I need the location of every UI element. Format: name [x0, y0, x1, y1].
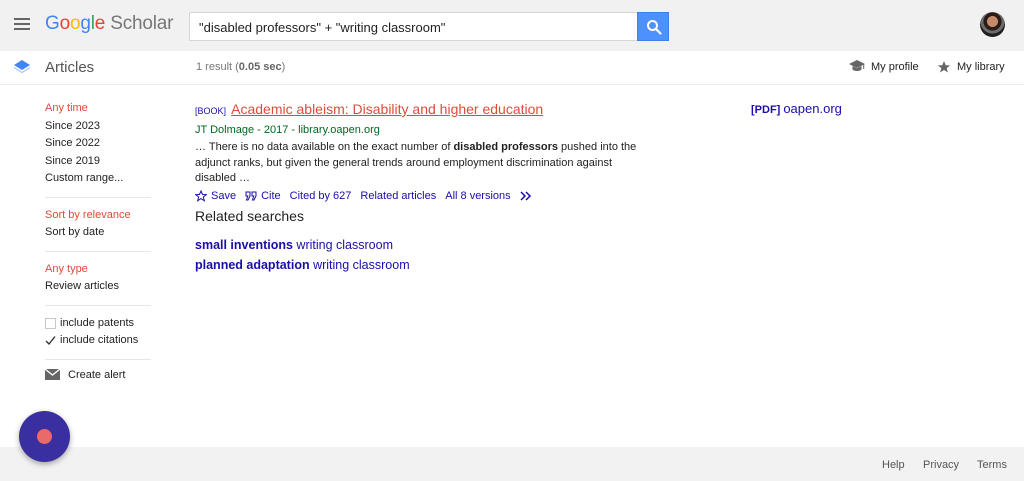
related-searches: Related searches small inventions writin…: [195, 208, 595, 275]
floating-record-button[interactable]: [19, 411, 70, 462]
account-avatar[interactable]: [980, 12, 1005, 37]
cited-by-link[interactable]: Cited by 627: [290, 188, 352, 205]
snippet-line-2: adjunct ranks, but given the general tre…: [195, 156, 613, 185]
privacy-link[interactable]: Privacy: [923, 459, 959, 471]
help-link[interactable]: Help: [882, 459, 905, 471]
save-label: Save: [211, 189, 237, 202]
snippet-text: pushed into the: [558, 141, 637, 153]
my-profile-label: My profile: [871, 60, 919, 73]
related-articles-link[interactable]: Related articles: [360, 188, 436, 205]
search-button[interactable]: [637, 12, 669, 41]
snippet-line-1: … There is no data available on the exac…: [195, 140, 655, 156]
cite-button[interactable]: Cite: [245, 188, 281, 205]
related-search-keyword: small inventions: [195, 238, 293, 252]
snippet-highlight: disabled professors: [453, 141, 558, 153]
logo-letter: g: [80, 13, 91, 34]
logo-letter: o: [69, 13, 81, 34]
create-alert-button[interactable]: Create alert: [45, 369, 151, 381]
checkbox-unchecked-icon: [45, 317, 56, 329]
include-patents-label: include patents: [60, 316, 134, 329]
logo-scholar-text: Scholar: [110, 13, 174, 34]
pdf-link[interactable]: [PDF] oapen.org: [751, 101, 842, 116]
result-meta: JT Dolmage - 2017 - library.oapen.org: [195, 124, 380, 136]
google-scholar-logo[interactable]: Google Scholar: [45, 13, 173, 35]
result-count: 1 result (0.05 sec): [196, 61, 285, 73]
result-snippet: … There is no data available on the exac…: [195, 140, 655, 187]
graduation-cap-icon: [849, 60, 865, 71]
related-searches-heading: Related searches: [195, 208, 304, 224]
cite-label: Cite: [261, 189, 281, 202]
quote-icon: [245, 191, 257, 201]
type-filter-group: Any type Review articles: [45, 261, 151, 306]
filter-custom-range[interactable]: Custom range...: [45, 170, 151, 188]
sub-bar: Articles 1 result (0.05 sec) My profile …: [0, 51, 1024, 85]
my-library-link[interactable]: My library: [937, 60, 1005, 74]
search-result: [BOOK] Academic ableism: Disability and …: [195, 100, 655, 205]
logo-letter: o: [59, 13, 71, 34]
sort-group: Sort by relevance Sort by date: [45, 207, 151, 252]
top-bar: Google Scholar "disabled professors" + "…: [0, 0, 1024, 51]
filter-since-2023[interactable]: Since 2023: [45, 118, 151, 136]
include-citations-label: include citations: [60, 334, 139, 346]
result-type-tag: [BOOK]: [195, 106, 227, 116]
related-search-rest: writing classroom: [309, 258, 410, 272]
hamburger-menu-icon[interactable]: [12, 14, 32, 34]
search-input[interactable]: "disabled professors" + "writing classro…: [189, 12, 637, 41]
filter-review-articles[interactable]: Review articles: [45, 278, 151, 296]
articles-diamond-icon: [14, 60, 30, 73]
save-button[interactable]: Save: [195, 188, 236, 205]
logo-letter: G: [45, 13, 60, 34]
sort-by-relevance[interactable]: Sort by relevance: [45, 207, 151, 225]
section-title: Articles: [45, 59, 95, 76]
logo-letter: e: [94, 13, 106, 34]
related-search-item[interactable]: planned adaptation writing classroom: [195, 255, 595, 275]
result-time: 0.05 sec: [238, 61, 282, 73]
filter-any-type[interactable]: Any type: [45, 261, 151, 279]
double-chevron-right-icon: [520, 191, 531, 201]
result-title-link[interactable]: Academic ableism: Disability and higher …: [231, 101, 543, 117]
pdf-tag: [PDF]: [751, 104, 781, 116]
time-filter-group: Any time Since 2023 Since 2022 Since 201…: [45, 100, 151, 198]
footer: Help Privacy Terms: [0, 447, 1024, 481]
magnifier-icon: [647, 20, 662, 35]
record-dot-icon: [37, 429, 52, 444]
create-alert-label: Create alert: [68, 368, 126, 381]
filter-any-time[interactable]: Any time: [45, 100, 151, 118]
my-library-label: My library: [957, 61, 1005, 73]
related-search-item[interactable]: small inventions writing classroom: [195, 235, 595, 255]
include-patents-checkbox[interactable]: include patents: [45, 315, 151, 333]
filter-sidebar: Any time Since 2023 Since 2022 Since 201…: [45, 100, 151, 381]
star-outline-icon: [195, 190, 207, 202]
related-search-rest: writing classroom: [292, 238, 393, 252]
include-options-group: include patents include citations: [45, 315, 151, 360]
terms-link[interactable]: Terms: [977, 459, 1007, 471]
more-options-button[interactable]: [520, 191, 533, 201]
result-count-suffix: ): [281, 61, 286, 73]
filter-since-2019[interactable]: Since 2019: [45, 153, 151, 171]
star-icon: [937, 61, 951, 73]
all-versions-link[interactable]: All 8 versions: [445, 188, 510, 205]
filter-since-2022[interactable]: Since 2022: [45, 135, 151, 153]
pdf-source: oapen.org: [783, 101, 842, 116]
related-search-keyword: planned adaptation: [195, 258, 310, 272]
envelope-icon: [45, 369, 60, 380]
checkmark-icon: [45, 336, 56, 346]
result-actions: Save Cite Cited by 627 Related articles …: [195, 188, 655, 205]
include-citations-checkbox[interactable]: include citations: [45, 332, 151, 350]
snippet-text: … There is no data available on the exac…: [195, 141, 454, 153]
sort-by-date[interactable]: Sort by date: [45, 224, 151, 242]
result-count-prefix: 1 result (: [196, 61, 239, 73]
my-profile-link[interactable]: My profile: [849, 60, 919, 73]
result-title-row: [BOOK] Academic ableism: Disability and …: [195, 100, 655, 120]
